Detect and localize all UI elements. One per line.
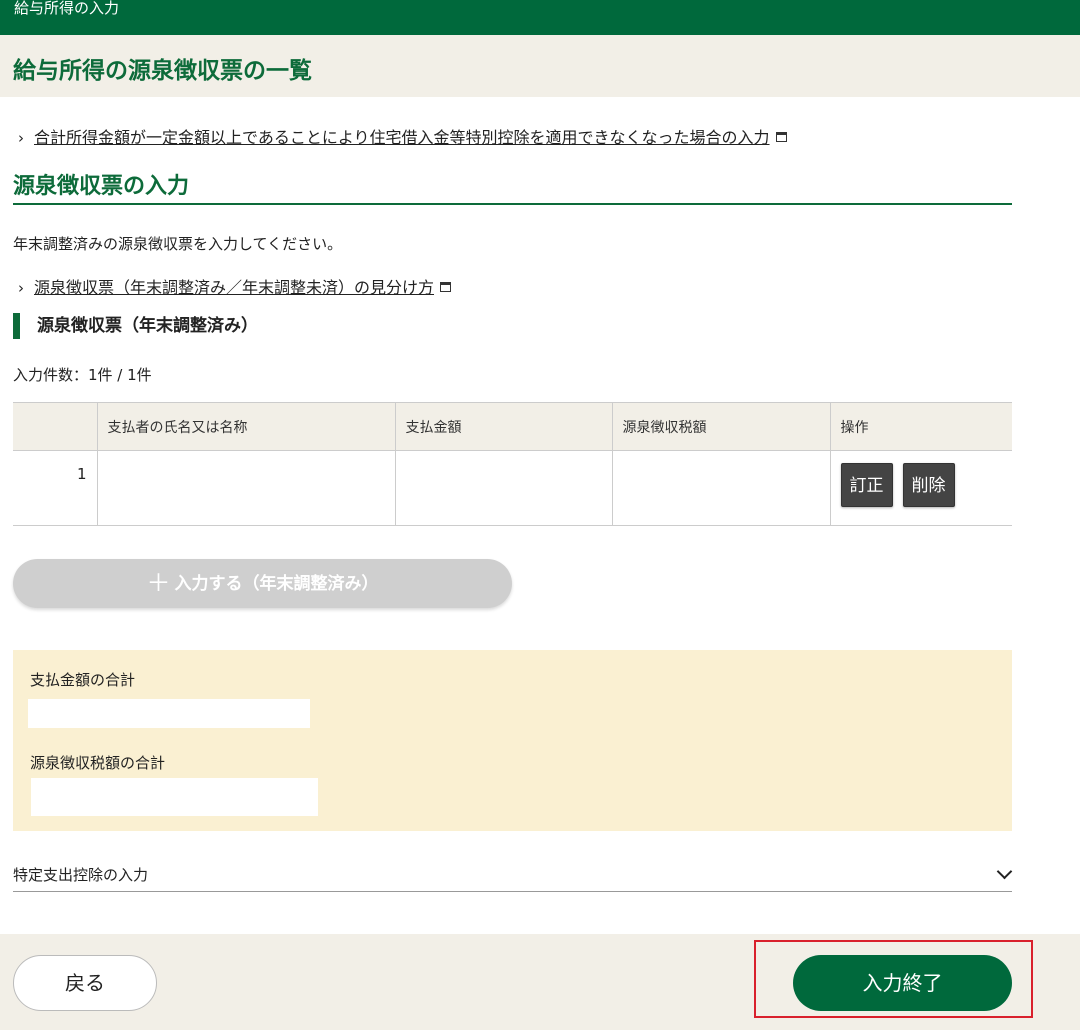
total-tax-value bbox=[31, 778, 318, 816]
row-amount bbox=[394, 450, 612, 526]
section-description: 年末調整済みの源泉徴収票を入力してください。 bbox=[13, 235, 343, 253]
col-amount: 支払金額 bbox=[394, 402, 612, 451]
breadcrumb: 給与所得の入力 bbox=[14, 0, 120, 17]
back-button[interactable]: 戻る bbox=[13, 955, 157, 1011]
add-entry-button[interactable]: ＋入力する（年末調整済み） bbox=[13, 559, 512, 608]
edit-button[interactable]: 訂正 bbox=[840, 463, 893, 507]
top-bar: 給与所得の入力 bbox=[0, 0, 1080, 35]
table-row: 1 訂正 削除 bbox=[13, 450, 1012, 526]
distinguish-link[interactable]: 源泉徴収票（年末調整済み／年末調整未済）の見分け方 bbox=[34, 278, 434, 297]
row-tax bbox=[611, 450, 830, 526]
row-payer bbox=[96, 450, 395, 526]
chevron-right-icon: › bbox=[18, 129, 24, 147]
total-amount-label: 支払金額の合計 bbox=[30, 671, 136, 689]
housing-loan-link[interactable]: 合計所得金額が一定金額以上であることにより住宅借入金等特別控除を適用できなくなっ… bbox=[34, 128, 770, 147]
totals-panel: 支払金額の合計 源泉徴収税額の合計 bbox=[13, 650, 1012, 831]
subsection-title: 源泉徴収票（年末調整済み） bbox=[13, 313, 258, 339]
col-payer: 支払者の氏名又は名称 bbox=[96, 402, 395, 451]
page-title: 給与所得の源泉徴収票の一覧 bbox=[13, 58, 312, 84]
housing-loan-link-row: › 合計所得金額が一定金額以上であることにより住宅借入金等特別控除を適用できなくな… bbox=[18, 124, 787, 148]
total-tax-label: 源泉徴収税額の合計 bbox=[30, 754, 166, 772]
add-entry-label: 入力する（年末調整済み） bbox=[174, 574, 379, 594]
finish-input-button[interactable]: 入力終了 bbox=[793, 955, 1012, 1011]
specific-expense-accordion[interactable]: 特定支出控除の入力 bbox=[13, 863, 1013, 892]
col-tax: 源泉徴収税額 bbox=[611, 402, 830, 451]
section-title: 源泉徴収票の入力 bbox=[13, 168, 1012, 205]
delete-button[interactable]: 削除 bbox=[902, 463, 955, 507]
plus-icon: ＋ bbox=[146, 569, 171, 597]
row-actions: 訂正 削除 bbox=[829, 450, 1012, 526]
col-index bbox=[13, 402, 97, 451]
chevron-down-icon bbox=[996, 863, 1013, 880]
distinguish-link-row: › 源泉徴収票（年末調整済み／年末調整未済）の見分け方 bbox=[18, 274, 452, 298]
row-index: 1 bbox=[13, 450, 97, 526]
accordion-label: 特定支出控除の入力 bbox=[13, 866, 149, 884]
table-header-row: 支払者の氏名又は名称 支払金額 源泉徴収税額 操作 bbox=[13, 402, 1012, 451]
external-window-icon bbox=[440, 282, 452, 292]
total-amount-value bbox=[28, 699, 310, 728]
chevron-right-icon: › bbox=[18, 279, 24, 297]
title-bar: 給与所得の源泉徴収票の一覧 bbox=[0, 35, 1080, 97]
col-actions: 操作 bbox=[829, 402, 1012, 451]
footer-bar: 戻る 入力終了 bbox=[0, 934, 1080, 1030]
external-window-icon bbox=[775, 132, 787, 142]
withholding-table: 支払者の氏名又は名称 支払金額 源泉徴収税額 操作 1 訂正 削除 bbox=[13, 402, 1012, 526]
entry-count: 入力件数：1件 / 1件 bbox=[13, 366, 152, 384]
